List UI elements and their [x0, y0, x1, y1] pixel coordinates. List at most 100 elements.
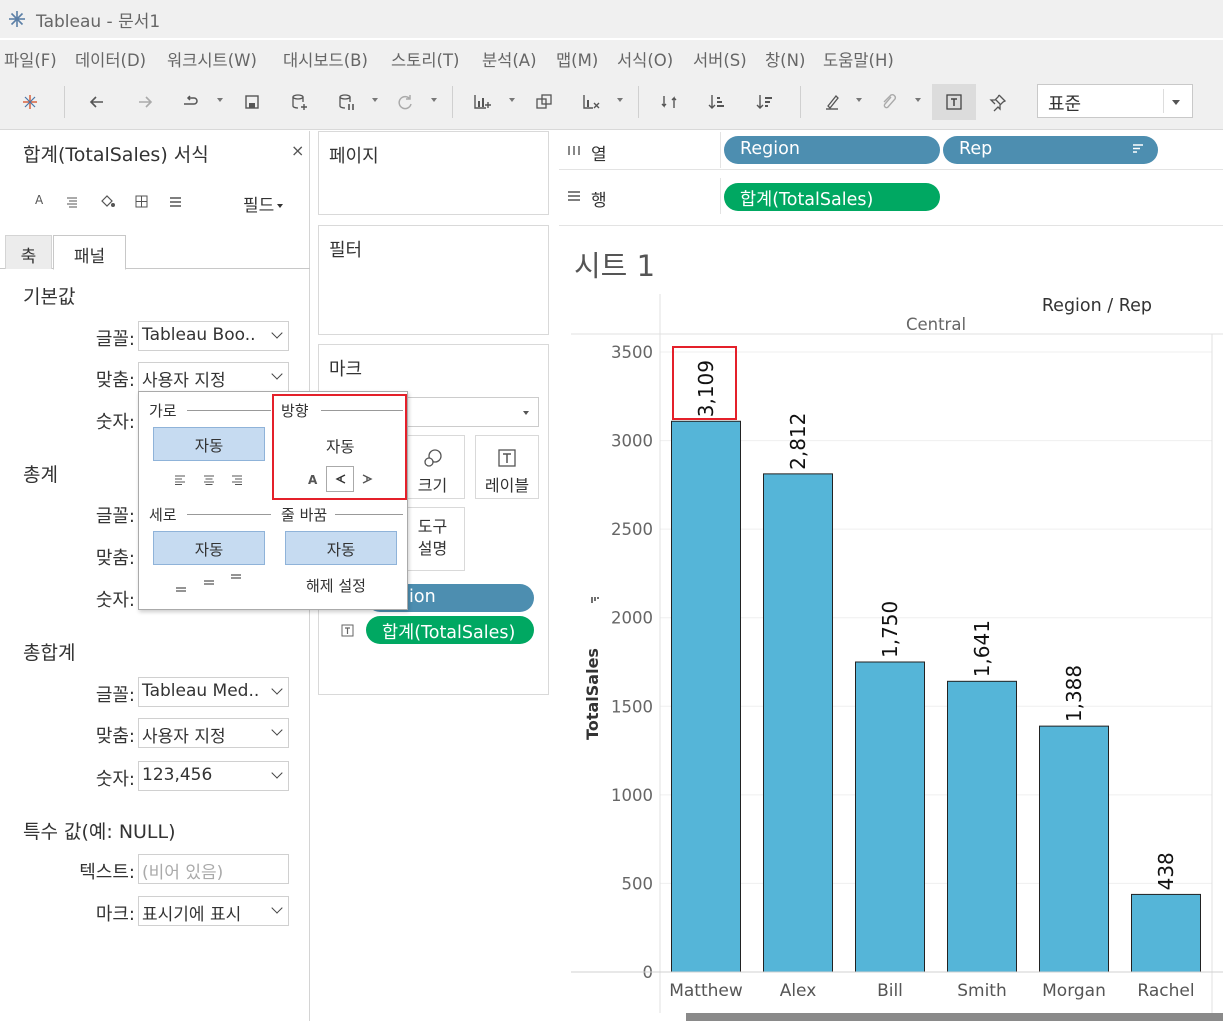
valign-bottom-icon[interactable] [175, 582, 187, 592]
valign-middle-icon[interactable] [203, 578, 215, 588]
sort-descending-icon[interactable] [750, 88, 780, 116]
bar-morgan[interactable] [1039, 725, 1109, 973]
menu-file[interactable]: 파일(F) [4, 47, 57, 71]
tooltip-button[interactable]: 도구 설명 [400, 507, 465, 571]
align-right-icon[interactable] [230, 475, 242, 485]
y-axis-title[interactable]: TotalSales [583, 648, 602, 740]
highlight-box-direction [272, 394, 407, 500]
grand-font-dropdown[interactable]: Tableau Med.. [138, 677, 289, 707]
special-marks-value: 표시기에 표시 [142, 905, 242, 925]
row-pill-sales[interactable]: 합계(TotalSales) [724, 183, 940, 211]
shading-format-icon[interactable] [100, 195, 116, 209]
fields-button-label: 필드 [243, 196, 275, 216]
y-tick-label: 2500 [611, 520, 653, 539]
horizontal-scrollbar[interactable] [686, 1013, 1223, 1021]
column-pill-rep[interactable]: Rep [943, 136, 1158, 164]
bar-matthew[interactable] [671, 420, 741, 973]
x-tick-label[interactable]: Alex [780, 981, 817, 1001]
x-tick-label[interactable]: Matthew [669, 981, 743, 1001]
valign-top-icon[interactable] [230, 574, 242, 584]
window-title: Tableau - 문서1 [36, 12, 161, 32]
size-button[interactable]: 크기 [400, 435, 465, 499]
bar-chart: 3,1092,8121,750 1,6411,388438 Matthew Alex… [571, 294, 1223, 1013]
y-axis-sort-icon[interactable] [591, 597, 599, 603]
section-special-values: 특수 값(예: NULL) [23, 821, 176, 843]
wrap-unset-text[interactable]: 해제 설정 [306, 575, 366, 596]
menu-help[interactable]: 도움말(H) [823, 47, 894, 71]
menu-window[interactable]: 창(N) [765, 47, 805, 71]
undo-icon[interactable] [82, 88, 112, 116]
pin-icon[interactable] [983, 88, 1013, 116]
grand-numbers-value: 123,456 [142, 765, 213, 785]
mark-type-dropdown[interactable] [405, 397, 539, 427]
section-totals: 총계 [23, 464, 58, 486]
duplicate-icon[interactable] [529, 88, 559, 116]
replay-icon[interactable] [175, 88, 205, 116]
default-font-dropdown[interactable]: Tableau Boo.. [138, 321, 289, 351]
tableau-home-icon[interactable] [15, 88, 45, 116]
new-datasource-icon[interactable] [284, 88, 314, 116]
wrap-auto-button[interactable]: 자동 [285, 531, 397, 565]
filters-card[interactable]: 필터 [318, 225, 549, 335]
default-align-value: 사용자 지정 [142, 371, 226, 391]
region-header-central[interactable]: Central [906, 315, 966, 334]
menu-server[interactable]: 서버(S) [693, 47, 747, 71]
marks-sales-pill[interactable]: 합계(TotalSales) [366, 616, 534, 644]
bar-smith[interactable] [947, 680, 1017, 973]
bar-rachel[interactable] [1131, 893, 1201, 973]
close-icon[interactable]: × [291, 141, 304, 160]
grand-numbers-dropdown[interactable]: 123,456 [138, 761, 289, 791]
new-worksheet-icon[interactable] [467, 88, 497, 116]
chart-header-title: Region / Rep [1042, 296, 1152, 316]
align-left-icon[interactable] [175, 475, 187, 485]
lines-format-icon[interactable] [169, 196, 182, 208]
group-members-icon[interactable] [874, 88, 904, 116]
default-align-dropdown[interactable]: 사용자 지정 [138, 362, 289, 392]
pause-updates-icon[interactable] [331, 88, 361, 116]
bar-bill[interactable] [855, 661, 925, 973]
menu-map[interactable]: 맵(M) [556, 47, 598, 71]
chevron-down-icon [271, 327, 283, 339]
y-tick-label: 500 [622, 874, 654, 893]
show-mark-labels-icon[interactable] [932, 84, 976, 120]
special-text-input[interactable]: (비어 있음) [138, 854, 289, 884]
special-marks-dropdown[interactable]: 표시기에 표시 [138, 896, 289, 926]
vertical-auto-button[interactable]: 자동 [153, 531, 265, 565]
tab-pane[interactable]: 패널 [53, 235, 126, 270]
vertical-group-label: 세로 [149, 504, 181, 525]
highlight-box-label [672, 346, 737, 420]
menu-analysis[interactable]: 분석(A) [482, 47, 537, 71]
x-tick-label[interactable]: Rachel [1137, 981, 1194, 1001]
pages-card[interactable]: 페이지 [318, 131, 549, 215]
tab-axis[interactable]: 축 [5, 235, 52, 269]
column-pill-rep-label: Rep [959, 139, 993, 159]
x-tick-label[interactable]: Smith [957, 981, 1007, 1001]
menu-data[interactable]: 데이터(D) [75, 47, 146, 71]
menu-story[interactable]: 스토리(T) [391, 47, 460, 71]
menu-worksheet[interactable]: 워크시트(W) [167, 47, 257, 71]
sort-ascending-icon[interactable] [702, 88, 732, 116]
redo-icon[interactable] [130, 88, 160, 116]
menu-format[interactable]: 서식(O) [617, 47, 673, 71]
clear-sheet-icon[interactable] [576, 88, 606, 116]
align-center-icon[interactable] [203, 475, 215, 485]
x-tick-label[interactable]: Bill [877, 981, 903, 1001]
section-grand-totals: 총합계 [23, 642, 76, 664]
bar-alex[interactable] [763, 473, 833, 973]
borders-format-icon[interactable] [135, 195, 148, 208]
swap-icon[interactable] [654, 88, 684, 116]
column-pill-region[interactable]: Region [724, 136, 940, 164]
fit-select[interactable]: 표준 [1037, 84, 1193, 118]
highlight-icon[interactable] [817, 88, 847, 116]
label-button[interactable]: 레이블 [475, 435, 539, 499]
fields-button[interactable]: 필드 [243, 191, 284, 216]
horizontal-auto-button[interactable]: 자동 [153, 427, 265, 461]
refresh-icon[interactable] [390, 88, 420, 116]
save-icon[interactable] [237, 88, 267, 116]
x-tick-label[interactable]: Morgan [1042, 981, 1106, 1001]
alignment-format-icon[interactable] [66, 196, 78, 208]
menu-dashboard[interactable]: 대시보드(B) [283, 47, 368, 71]
font-format-icon[interactable]: A [35, 193, 43, 207]
grand-align-dropdown[interactable]: 사용자 지정 [138, 718, 289, 748]
default-numbers-label: 숫자: [95, 412, 135, 433]
